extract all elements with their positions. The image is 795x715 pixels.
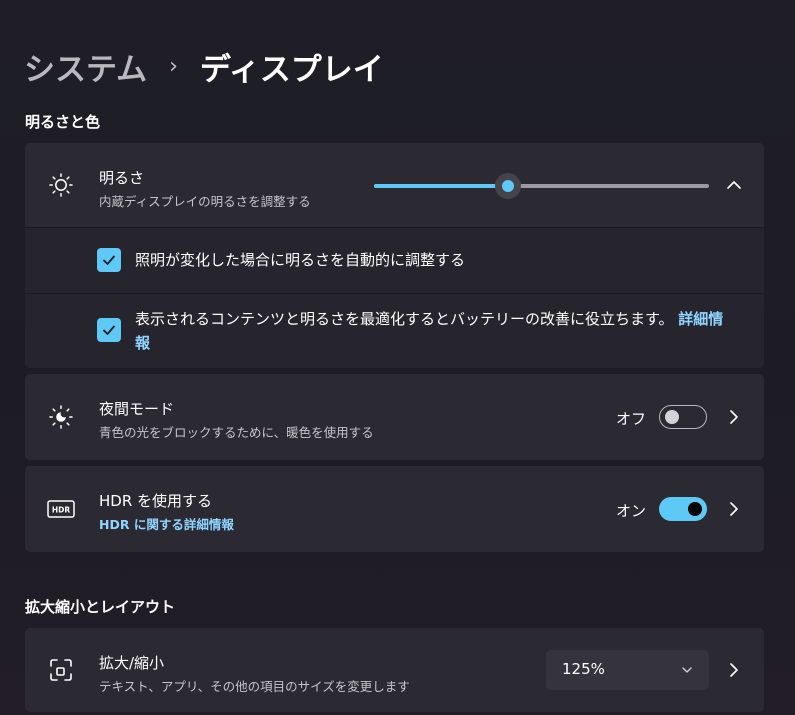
content-adaptive-row: 表示されるコンテンツと明るさを最適化するとバッテリーの改善に役立ちます。 詳細情… — [25, 294, 764, 368]
page-title: ディスプレイ — [199, 51, 384, 88]
section-title-scale-layout: 拡大縮小とレイアウト — [25, 598, 176, 616]
brightness-slider[interactable] — [374, 173, 709, 199]
auto-brightness-checkbox[interactable] — [97, 248, 121, 272]
checkmark-icon — [103, 325, 115, 335]
scale-icon — [47, 656, 75, 684]
sun-icon — [47, 171, 75, 199]
breadcrumb-separator: › — [169, 53, 178, 79]
hdr-card[interactable]: HDR HDR を使用する HDR に関する詳細情報 オン — [25, 466, 764, 552]
hdr-toggle[interactable] — [659, 497, 707, 521]
content-adaptive-label: 表示されるコンテンツと明るさを最適化するとバッテリーの改善に役立ちます。 詳細情… — [135, 307, 735, 355]
chevron-up-icon[interactable] — [724, 175, 744, 195]
brightness-row: 明るさ 内蔵ディスプレイの明るさを調整する — [25, 143, 764, 227]
scale-subtitle: テキスト、アプリ、その他の項目のサイズを変更します — [99, 679, 410, 694]
hdr-learn-more-link[interactable]: HDR に関する詳細情報 — [99, 514, 234, 533]
auto-brightness-row: 照明が変化した場合に明るさを自動的に調整する — [25, 228, 764, 293]
brightness-slider-fill — [374, 184, 508, 188]
scale-card[interactable]: 拡大/縮小 テキスト、アプリ、その他の項目のサイズを変更します 125% — [25, 628, 764, 712]
toggle-knob — [665, 410, 679, 424]
night-mode-state-label: オフ — [616, 410, 647, 428]
night-mode-card[interactable]: 夜間モード 青色の光をブロックするために、暖色を使用する オフ — [25, 374, 764, 460]
scale-title: 拡大/縮小 — [99, 654, 165, 672]
auto-brightness-label[interactable]: 照明が変化した場合に明るさを自動的に調整する — [135, 248, 465, 272]
section-title-brightness-color: 明るさと色 — [25, 113, 101, 131]
checkmark-icon — [103, 255, 115, 265]
chevron-right-icon[interactable] — [724, 407, 744, 427]
night-mode-title: 夜間モード — [99, 400, 175, 418]
content-adaptive-text[interactable]: 表示されるコンテンツと明るさを最適化するとバッテリーの改善に役立ちます。 — [135, 310, 674, 328]
brightness-title: 明るさ — [99, 169, 145, 187]
night-mode-toggle[interactable] — [659, 405, 707, 429]
chevron-down-icon — [679, 662, 695, 678]
breadcrumb-parent[interactable]: システム — [24, 44, 147, 89]
chevron-right-icon[interactable] — [724, 660, 744, 680]
brightness-subtitle: 内蔵ディスプレイの明るさを調整する — [99, 194, 311, 209]
night-light-icon — [47, 403, 75, 431]
content-adaptive-checkbox[interactable] — [97, 318, 121, 342]
hdr-icon: HDR — [47, 495, 75, 523]
hdr-icon-text: HDR — [52, 506, 71, 515]
chevron-right-icon[interactable] — [724, 499, 744, 519]
brightness-group: 明るさ 内蔵ディスプレイの明るさを調整する 照明が変化した場合に明るさを自動的に… — [25, 143, 764, 368]
brightness-slider-thumb[interactable] — [495, 173, 521, 199]
hdr-state-label: オン — [616, 502, 647, 520]
toggle-knob — [688, 502, 702, 516]
scale-dropdown[interactable]: 125% — [546, 650, 709, 690]
night-mode-subtitle: 青色の光をブロックするために、暖色を使用する — [99, 425, 374, 440]
breadcrumb: システム › ディスプレイ — [24, 40, 384, 92]
scale-dropdown-value: 125% — [562, 660, 605, 678]
hdr-title: HDR を使用する — [99, 492, 213, 510]
